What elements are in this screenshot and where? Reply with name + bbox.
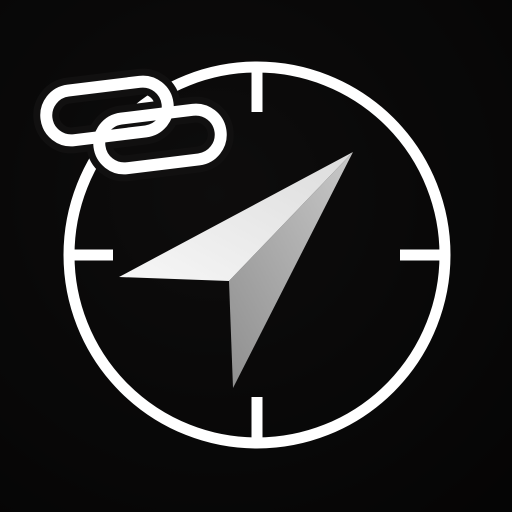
app-icon: [0, 0, 512, 512]
app-icon-graphic: [0, 0, 512, 512]
